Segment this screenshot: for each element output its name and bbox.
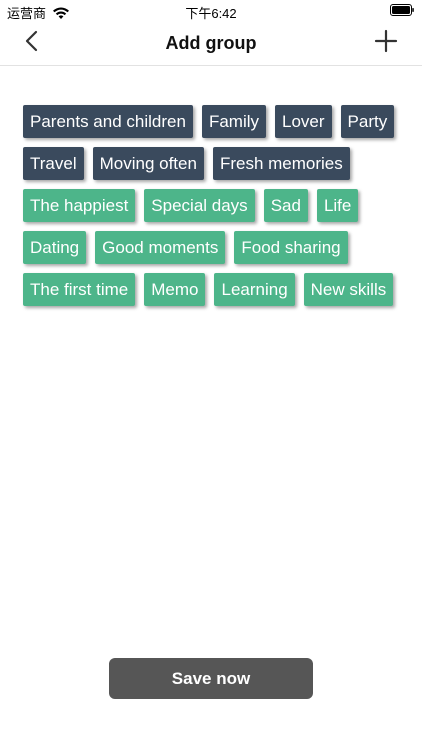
- tag-item[interactable]: New skills: [303, 273, 394, 306]
- tag-list: Parents and children Family Lover Party …: [23, 105, 403, 306]
- status-time: 下午6:42: [185, 6, 237, 21]
- status-bar: 运营商 下午6:42: [0, 0, 422, 22]
- tag-item[interactable]: The first time: [23, 273, 136, 306]
- app-screen: 运营商 下午6:42 Add group Parents and childre…: [0, 0, 422, 750]
- plus-icon: [374, 29, 398, 58]
- save-button[interactable]: Save now: [109, 658, 313, 699]
- tag-item[interactable]: Food sharing: [234, 231, 348, 264]
- tag-item[interactable]: Memo: [144, 273, 206, 306]
- tag-item[interactable]: Family: [201, 105, 266, 138]
- navigation-bar: Add group: [0, 22, 422, 66]
- tag-item[interactable]: Lover: [275, 105, 332, 138]
- tag-item[interactable]: Travel: [23, 147, 84, 180]
- tag-item[interactable]: Dating: [23, 231, 87, 264]
- battery-icon: [390, 4, 414, 16]
- tag-item[interactable]: Special days: [144, 189, 255, 222]
- tag-item[interactable]: Sad: [263, 189, 308, 222]
- tag-item[interactable]: Party: [340, 105, 395, 138]
- tag-item[interactable]: Moving often: [92, 147, 204, 180]
- tag-item[interactable]: The happiest: [23, 189, 136, 222]
- tag-item[interactable]: Good moments: [95, 231, 226, 264]
- page-title: Add group: [165, 33, 257, 53]
- tag-item[interactable]: Parents and children: [23, 105, 193, 138]
- tag-item[interactable]: Life: [316, 189, 359, 222]
- tag-item[interactable]: Learning: [214, 273, 295, 306]
- add-group-button[interactable]: [372, 29, 400, 57]
- tag-item[interactable]: Fresh memories: [212, 147, 350, 180]
